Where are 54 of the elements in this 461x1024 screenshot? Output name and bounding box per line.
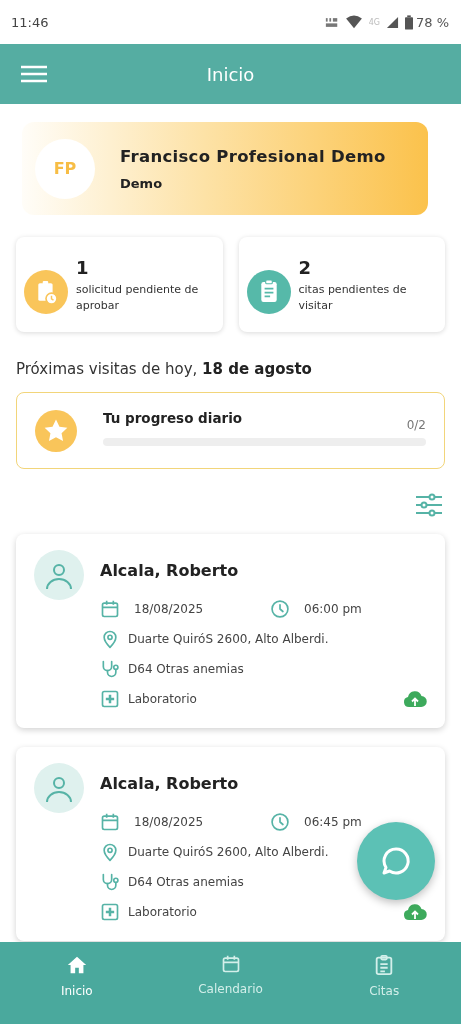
medical-cross-icon	[100, 689, 120, 709]
stat-card[interactable]: 1 solicitud pendiente de aprobar	[16, 237, 223, 332]
visit-date: 18/08/2025	[134, 815, 204, 829]
visit-diagnosis: D64 Otras anemias	[128, 875, 244, 889]
calendar-icon	[100, 812, 120, 832]
visit-time: 06:00 pm	[304, 602, 362, 616]
progress-title: Tu progreso diario	[103, 409, 243, 426]
profile-name: Francisco Profesional Demo	[120, 146, 386, 166]
visit-date: 18/08/2025	[134, 602, 204, 616]
patient-name: Alcala, Roberto	[100, 774, 240, 793]
cloud-upload-icon[interactable]	[403, 690, 427, 708]
user-avatar-icon	[34, 550, 84, 600]
menu-icon[interactable]	[21, 65, 47, 83]
stat-label: solicitud pendiente de aprobar	[76, 282, 200, 314]
calendar-icon	[220, 954, 241, 974]
visit-card[interactable]: Alcala, Roberto 18/08/2025 06:00 pm Duarte QuiróS 2600, Alto Alberdi. D64 Otras anemias Laboratorio	[16, 534, 445, 728]
patient-name: Alcala, Roberto	[100, 561, 240, 580]
visit-service: Laboratorio	[128, 692, 197, 706]
stat-card[interactable]: 2 citas pendientes de visitar	[238, 237, 445, 332]
user-avatar-icon	[34, 763, 84, 813]
medical-cross-icon	[100, 902, 120, 922]
avatar-initials: FP	[35, 138, 95, 199]
stat-count: 1	[76, 257, 90, 278]
home-icon	[65, 954, 88, 976]
signal-icon	[385, 15, 399, 29]
battery-icon	[404, 14, 413, 30]
stethoscope-icon	[100, 659, 120, 679]
visit-service: Laboratorio	[128, 905, 197, 919]
location-pin-icon	[100, 842, 120, 862]
location-pin-icon	[100, 629, 120, 649]
section-heading: Próximas visitas de hoy, 18 de agosto	[16, 360, 313, 378]
stat-label: citas pendientes de visitar	[298, 282, 408, 314]
clock-time: 11:46	[11, 14, 49, 30]
visit-time: 06:45 pm	[304, 815, 362, 829]
visit-address: Duarte QuiróS 2600, Alto Alberdi.	[128, 845, 329, 859]
filter-sliders-icon[interactable]	[415, 493, 443, 517]
screen-title: Inicio	[206, 63, 255, 85]
clipboard-clock-icon	[24, 270, 68, 314]
visit-card[interactable]: Alcala, Roberto 18/08/2025 06:45 pm Duarte QuiróS 2600, Alto Alberdi. D64 Otras anemias Laboratorio	[16, 747, 445, 941]
clock-icon	[270, 599, 290, 619]
clipboard-icon	[246, 270, 291, 314]
wifi-icon	[344, 15, 363, 29]
stethoscope-icon	[100, 872, 120, 892]
progress-reading: 0/2	[406, 417, 426, 432]
network-label: 4G	[368, 17, 380, 27]
visit-address: Duarte QuiróS 2600, Alto Alberdi.	[128, 632, 329, 646]
clock-icon	[270, 812, 290, 832]
profile-role: Demo	[120, 175, 164, 191]
chat-bubble-icon	[380, 845, 412, 877]
visit-diagnosis: D64 Otras anemias	[128, 662, 244, 676]
cloud-upload-icon[interactable]	[403, 903, 427, 921]
calendar-icon	[100, 599, 120, 619]
stat-count: 2	[298, 257, 313, 278]
battery-percentage: 78 %	[415, 14, 449, 30]
